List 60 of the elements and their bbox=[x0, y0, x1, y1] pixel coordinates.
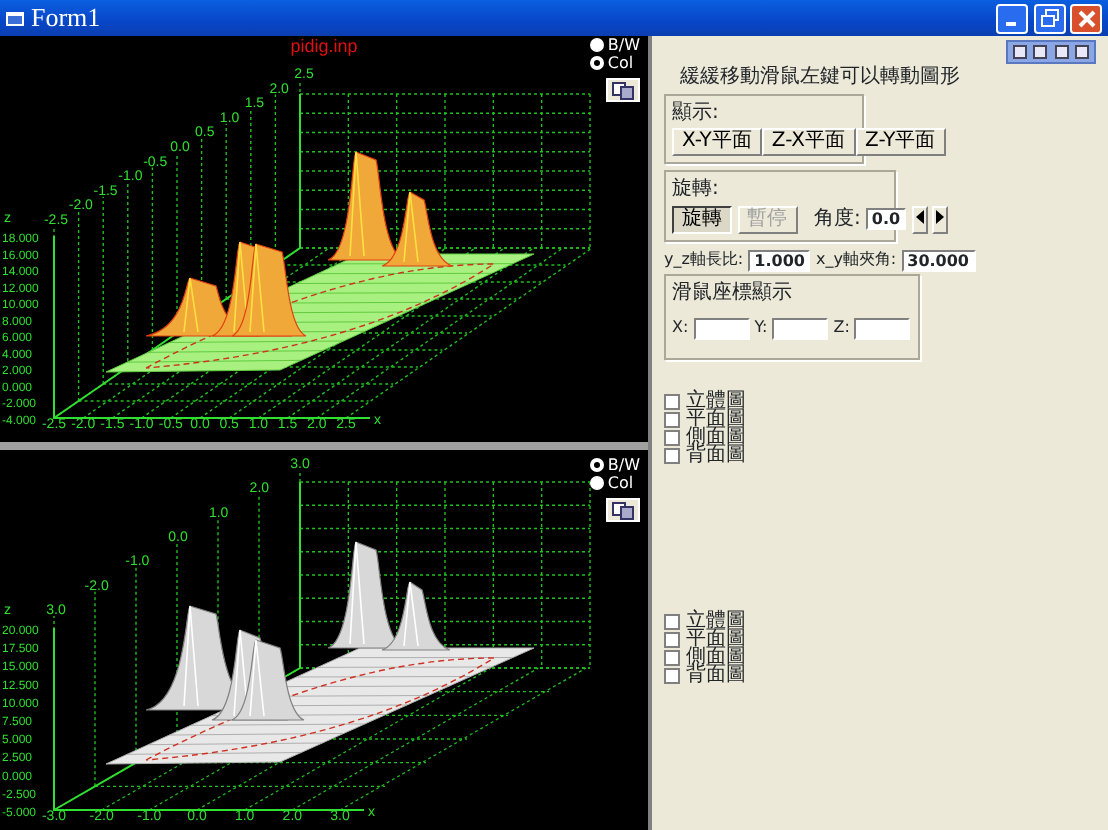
instruction-text: 緩緩移動滑鼠左鍵可以轉動圖形 bbox=[680, 66, 962, 90]
checkbox-label: 平面圖 bbox=[686, 410, 746, 428]
plane-button[interactable]: Z-X平面 bbox=[761, 128, 856, 156]
window-icon bbox=[6, 9, 26, 27]
field-label: x_y軸夾角: bbox=[815, 248, 897, 272]
minimize-button[interactable] bbox=[996, 3, 1028, 33]
copy-icon bbox=[612, 501, 634, 520]
checkbox[interactable] bbox=[664, 649, 680, 665]
spin-button[interactable] bbox=[911, 205, 928, 233]
checkbox[interactable] bbox=[664, 429, 680, 445]
copy-button[interactable] bbox=[606, 498, 640, 522]
spin-button[interactable] bbox=[932, 205, 949, 233]
plane-button[interactable]: X-Y平面 bbox=[672, 128, 762, 156]
copy-button[interactable] bbox=[606, 78, 640, 102]
right-arrow-icon bbox=[936, 210, 945, 225]
checkbox-label: 背面圖 bbox=[686, 446, 746, 464]
field-label: 角度: bbox=[814, 205, 861, 234]
field-label: X: bbox=[672, 316, 689, 340]
radio-label: B/W bbox=[607, 456, 640, 474]
checkbox-label: 側面圖 bbox=[686, 648, 746, 666]
plane-button[interactable]: Z-Y平面 bbox=[855, 128, 946, 156]
radio-button[interactable] bbox=[589, 56, 604, 70]
ratio-field[interactable]: 1.000 bbox=[748, 249, 811, 271]
coordinate-field bbox=[854, 317, 911, 339]
field-label: y_z軸長比: bbox=[664, 248, 744, 272]
group-label: 顯示: bbox=[672, 99, 721, 128]
checkbox-label: 背面圖 bbox=[686, 666, 746, 684]
checkbox[interactable] bbox=[664, 613, 680, 629]
chart-title: pidig.inp bbox=[290, 36, 358, 56]
field-label: Z: bbox=[833, 316, 850, 340]
angle-field[interactable]: 30.000 bbox=[901, 249, 975, 271]
group-label: 滑鼠座標顯示 bbox=[672, 279, 794, 308]
window-title: Form1 bbox=[31, 0, 101, 36]
close-icon bbox=[1077, 9, 1095, 27]
restore-icon bbox=[1039, 8, 1059, 28]
copy-icon bbox=[612, 81, 634, 100]
checkbox[interactable] bbox=[664, 631, 680, 647]
radio-button[interactable] bbox=[589, 476, 604, 490]
radio-button[interactable] bbox=[589, 38, 604, 52]
coordinate-field bbox=[772, 317, 829, 339]
restore-button[interactable] bbox=[1033, 3, 1065, 33]
radio-label: Col bbox=[607, 474, 634, 492]
checkbox-label: 立體圖 bbox=[686, 612, 746, 630]
angle-field[interactable]: 0.0 bbox=[865, 208, 907, 230]
checkbox-label: 立體圖 bbox=[686, 392, 746, 410]
radio-button[interactable] bbox=[589, 458, 604, 472]
field-label: Y: bbox=[754, 316, 768, 340]
coordinate-field bbox=[693, 317, 750, 339]
left-arrow-icon bbox=[915, 210, 924, 225]
checkbox[interactable] bbox=[664, 393, 680, 409]
checkbox-label: 側面圖 bbox=[686, 428, 746, 446]
checkbox[interactable] bbox=[664, 447, 680, 463]
radio-label: B/W bbox=[607, 36, 640, 54]
checkbox[interactable] bbox=[664, 411, 680, 427]
group-label: 旋轉: bbox=[672, 175, 721, 204]
radio-label: Col bbox=[607, 54, 634, 72]
rotate-button[interactable]: 旋轉 bbox=[672, 205, 732, 233]
checkbox[interactable] bbox=[664, 667, 680, 683]
checkbox-label: 平面圖 bbox=[686, 630, 746, 648]
close-button[interactable] bbox=[1070, 3, 1102, 33]
